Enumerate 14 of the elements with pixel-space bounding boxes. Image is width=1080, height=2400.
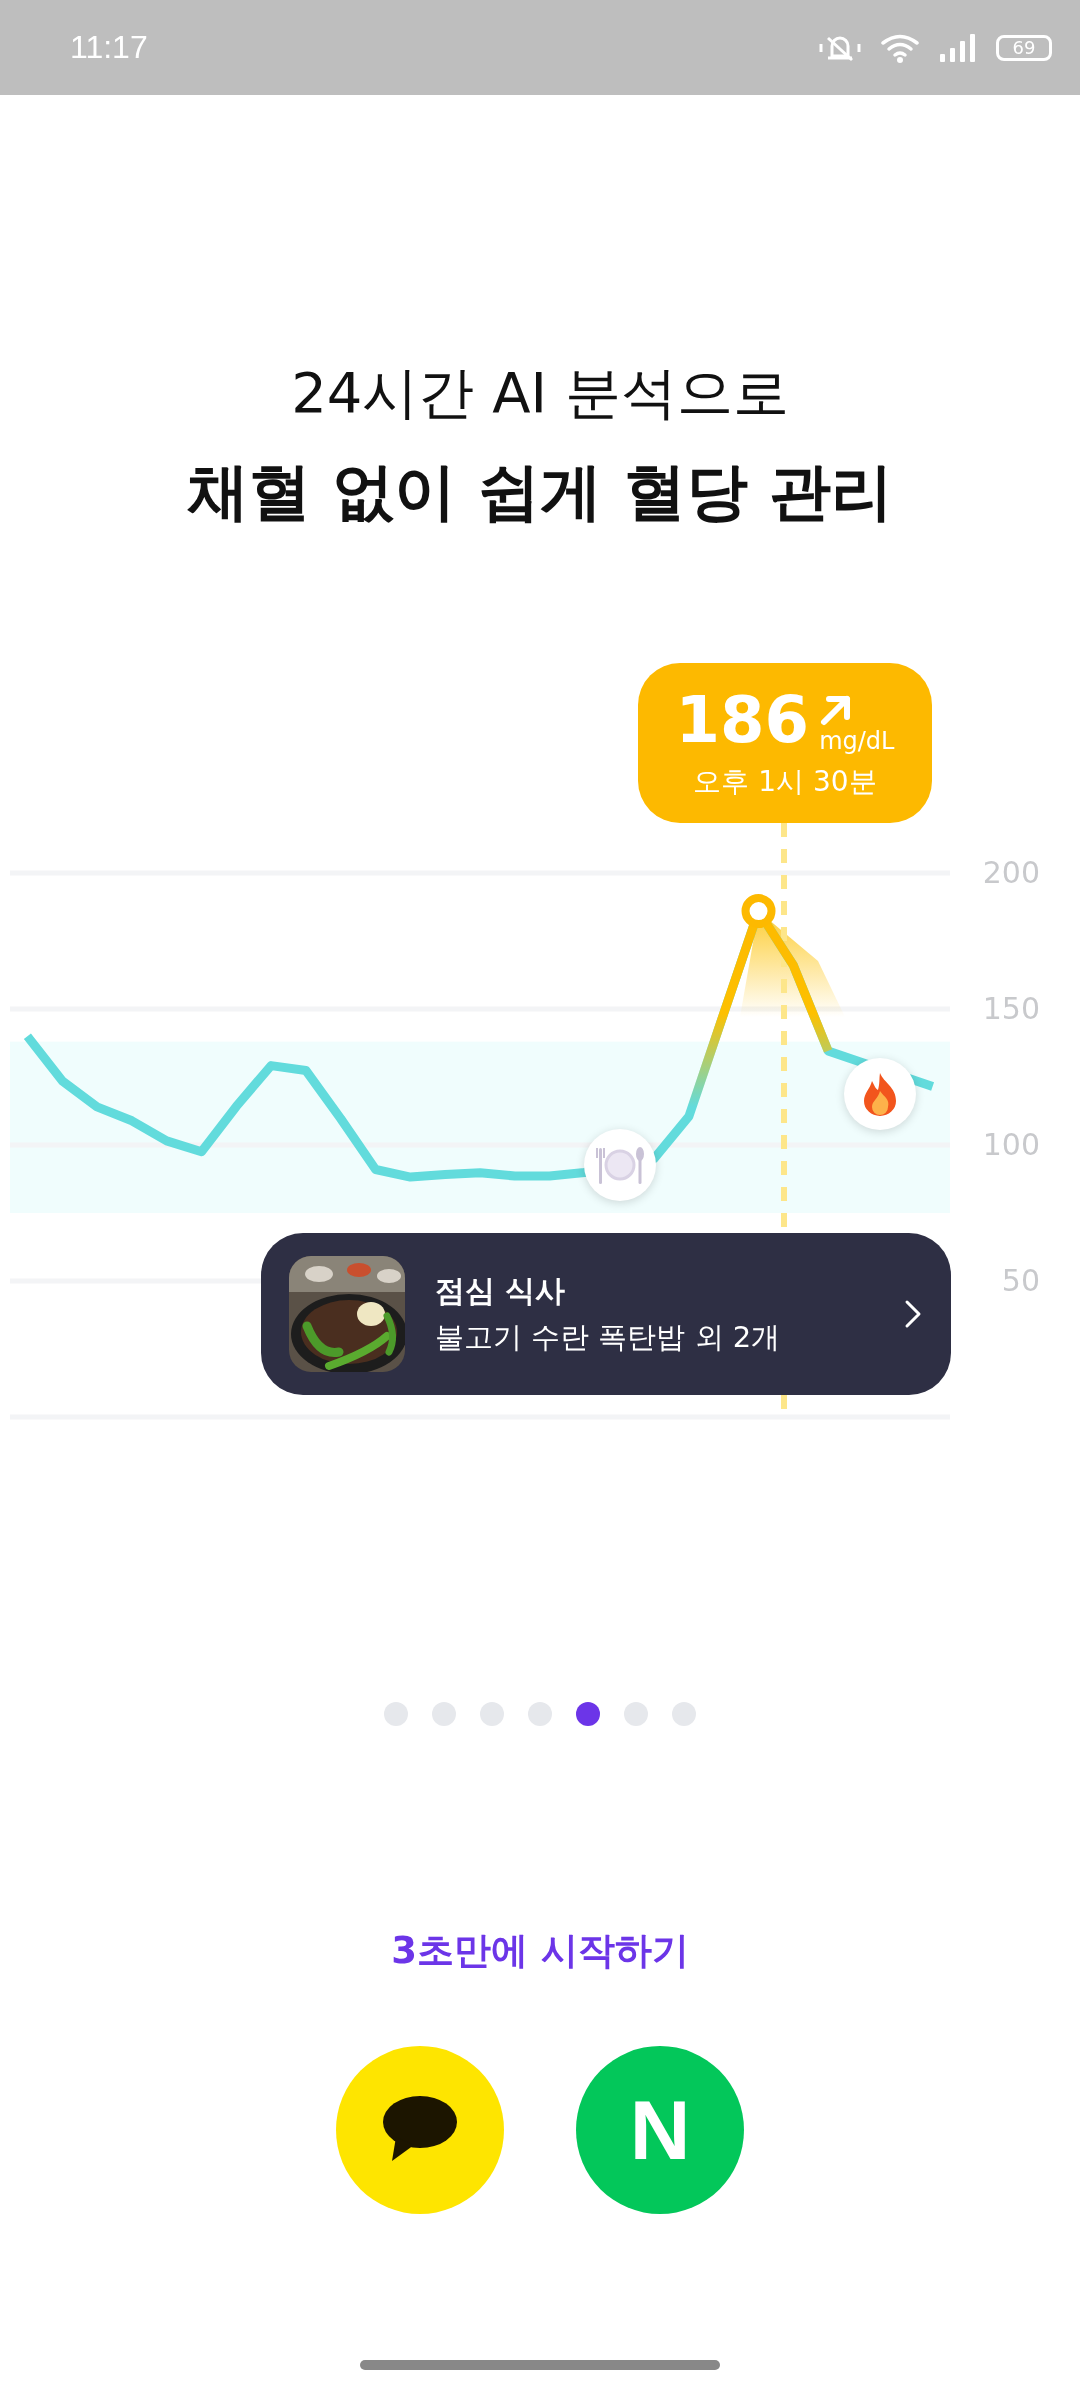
reading-time: 오후 1시 30분	[693, 764, 877, 800]
headline-text: 24시간 AI 분석으로	[291, 359, 789, 427]
chevron-right-icon	[903, 1299, 923, 1329]
glucose-unit: mg/dL	[819, 727, 895, 755]
peak-point	[741, 894, 776, 929]
meal-description: 불고기 수란 폭탄밥 외 2개	[435, 1318, 782, 1356]
signal-icon	[938, 31, 978, 64]
status-time: 11:17	[70, 29, 148, 66]
glucose-value: 186	[675, 685, 810, 755]
battery-indicator: 69	[996, 34, 1052, 61]
start-prompt: 3초만에 시작하기	[391, 1928, 689, 1974]
meal-card[interactable]: 점심 식사 불고기 수란 폭탄밥 외 2개	[261, 1233, 951, 1395]
headline-text: 채혈 없이 쉽게 혈당 관리	[186, 454, 894, 530]
meal-title: 점심 식사	[435, 1271, 567, 1310]
